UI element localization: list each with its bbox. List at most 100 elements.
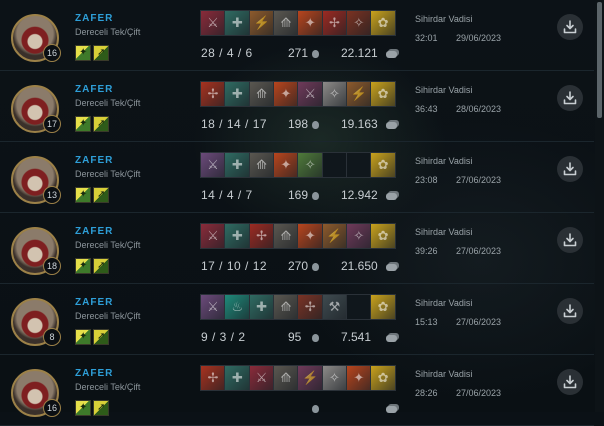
- ghost-spell-icon: ✦: [75, 258, 91, 274]
- blade-icon[interactable]: ⚔: [200, 223, 226, 249]
- ghost-spell-icon: ✦: [75, 116, 91, 132]
- creep-score: 270: [288, 259, 309, 273]
- empty-slot-icon[interactable]: [321, 152, 348, 178]
- crossbow-icon[interactable]: ✚: [224, 223, 251, 249]
- blade-icon[interactable]: ⚔: [248, 365, 275, 391]
- queue-type: Dereceli Tek/Çift: [75, 98, 141, 108]
- scythe-icon[interactable]: ✧: [297, 152, 324, 178]
- shiv-icon[interactable]: ⚡: [345, 81, 372, 107]
- pickaxe-icon[interactable]: ⚒: [321, 294, 348, 320]
- download-icon: [563, 233, 577, 247]
- crossbow-icon[interactable]: ✚: [224, 365, 251, 391]
- sword-icon[interactable]: ✦: [345, 365, 372, 391]
- shiv-icon[interactable]: ⚡: [321, 223, 348, 249]
- item-build: ⚔ ✚ ✢ ⟰ ✦ ⚡ ✧ ✿: [200, 223, 397, 251]
- trinket-icon[interactable]: ✿: [370, 10, 397, 36]
- boots-icon[interactable]: ⟰: [272, 294, 299, 320]
- download-icon: [563, 162, 577, 176]
- trinket-icon[interactable]: ✿: [370, 365, 397, 391]
- kda-stat: 28 / 4 / 6: [201, 46, 253, 60]
- empty-slot-icon[interactable]: [345, 152, 372, 178]
- player-name[interactable]: ZAFER: [75, 226, 113, 237]
- match-row[interactable]: 8 ZAFER Dereceli Tek/Çift ✦ ➚ ⚔ ♨ ✚ ⟰ ✢ ⚒ ✿ 9 …: [0, 284, 594, 355]
- sword-icon[interactable]: ✦: [272, 152, 299, 178]
- player-name[interactable]: ZAFER: [75, 368, 113, 379]
- dagger-icon[interactable]: ✢: [200, 81, 226, 107]
- scrollbar-thumb[interactable]: [597, 2, 602, 118]
- match-row[interactable]: 13 ZAFER Dereceli Tek/Çift ✦ ➚ ⚔ ✚ ⟰ ✦ ✧ ✿ 14…: [0, 142, 594, 213]
- item-build: ⚔ ♨ ✚ ⟰ ✢ ⚒ ✿: [200, 294, 397, 322]
- trinket-icon[interactable]: ✿: [370, 223, 397, 249]
- match-row[interactable]: 17 ZAFER Dereceli Tek/Çift ✦ ➚ ✢ ✚ ⟰ ✦ ⚔ ✧ ⚡ ✿ …: [0, 71, 594, 142]
- shiv-icon[interactable]: ⚡: [248, 10, 275, 36]
- potion-icon[interactable]: ♨: [224, 294, 251, 320]
- trinket-icon[interactable]: ✿: [370, 294, 397, 320]
- gold-earned: 7.541: [341, 330, 372, 344]
- download-button[interactable]: [557, 298, 583, 324]
- boots-icon[interactable]: ⟰: [248, 81, 275, 107]
- download-button[interactable]: [557, 369, 583, 395]
- match-row[interactable]: 16 ZAFER Dereceli Tek/Çift ✦ ➚ ⚔ ✚ ⚡ ⟰ ✦ ✢ ✧ ✿ …: [0, 0, 594, 71]
- boots-icon[interactable]: ⟰: [272, 10, 299, 36]
- creep-score: 198: [288, 117, 309, 131]
- gold-coins-icon: [386, 335, 397, 342]
- wing-icon[interactable]: ✧: [321, 365, 348, 391]
- download-button[interactable]: [557, 85, 583, 111]
- crossbow-icon[interactable]: ✚: [248, 294, 275, 320]
- gold-earned: 21.650: [341, 259, 378, 273]
- queue-type: Dereceli Tek/Çift: [75, 382, 141, 392]
- minion-icon: [312, 334, 319, 342]
- download-button[interactable]: [557, 227, 583, 253]
- dagger-icon[interactable]: ✢: [297, 294, 324, 320]
- kda-stat: 9 / 3 / 2: [201, 330, 246, 344]
- queue-type: Dereceli Tek/Çift: [75, 169, 141, 179]
- boots-icon[interactable]: ⟰: [272, 365, 299, 391]
- crossbow-icon[interactable]: ✚: [224, 152, 251, 178]
- blade-icon[interactable]: ⚔: [200, 294, 226, 320]
- match-row[interactable]: 18 ZAFER Dereceli Tek/Çift ✦ ➚ ⚔ ✚ ✢ ⟰ ✦ ⚡ ✧ ✿ …: [0, 213, 594, 284]
- sword-icon[interactable]: ✦: [297, 10, 324, 36]
- bow-icon[interactable]: ✧: [345, 10, 372, 36]
- match-duration: 36:43: [415, 104, 438, 114]
- ghost-spell-icon: ✦: [75, 45, 91, 61]
- download-button[interactable]: [557, 14, 583, 40]
- gold-coins-icon: [386, 193, 397, 200]
- dagger-icon[interactable]: ✢: [321, 10, 348, 36]
- download-button[interactable]: [557, 156, 583, 182]
- map-name: Sihirdar Vadisi: [415, 14, 473, 24]
- crossbow-icon[interactable]: ✚: [224, 10, 251, 36]
- boots-icon[interactable]: ⟰: [272, 223, 299, 249]
- bow-icon[interactable]: ✧: [345, 223, 372, 249]
- player-name[interactable]: ZAFER: [75, 297, 113, 308]
- map-name: Sihirdar Vadisi: [415, 227, 473, 237]
- queue-type: Dereceli Tek/Çift: [75, 240, 141, 250]
- wing-icon[interactable]: ✧: [321, 81, 348, 107]
- kda-stat: 18 / 14 / 17: [201, 117, 268, 131]
- sword-icon[interactable]: ✦: [297, 223, 324, 249]
- blade-icon[interactable]: ⚔: [200, 10, 226, 36]
- trinket-icon[interactable]: ✿: [370, 81, 397, 107]
- match-duration: 23:08: [415, 175, 438, 185]
- blade-icon[interactable]: ⚔: [297, 81, 324, 107]
- sword-icon[interactable]: ✦: [272, 81, 299, 107]
- dagger-icon[interactable]: ✢: [248, 223, 275, 249]
- map-name: Sihirdar Vadisi: [415, 369, 473, 379]
- empty-slot-icon[interactable]: [345, 294, 372, 320]
- crossbow-icon[interactable]: ✚: [224, 81, 251, 107]
- ghost-spell-icon: ➚: [93, 116, 109, 132]
- minion-icon: [312, 50, 319, 58]
- trinket-icon[interactable]: ✿: [370, 152, 397, 178]
- shiv-icon[interactable]: ⚡: [297, 365, 324, 391]
- ghost-spell-icon: ➚: [93, 400, 109, 416]
- boots-icon[interactable]: ⟰: [248, 152, 275, 178]
- dagger-icon[interactable]: ✢: [200, 365, 226, 391]
- match-duration: 28:26: [415, 388, 438, 398]
- player-name[interactable]: ZAFER: [75, 84, 113, 95]
- ghost-spell-icon: ✦: [75, 400, 91, 416]
- kda-stat: 17 / 10 / 12: [201, 259, 268, 273]
- blade-icon[interactable]: ⚔: [200, 152, 226, 178]
- download-icon: [563, 375, 577, 389]
- player-name[interactable]: ZAFER: [75, 155, 113, 166]
- player-name[interactable]: ZAFER: [75, 13, 113, 24]
- match-row[interactable]: 16 ZAFER Dereceli Tek/Çift ✦ ➚ ✢ ✚ ⚔ ⟰ ⚡ ✧ ✦ ✿ …: [0, 355, 594, 426]
